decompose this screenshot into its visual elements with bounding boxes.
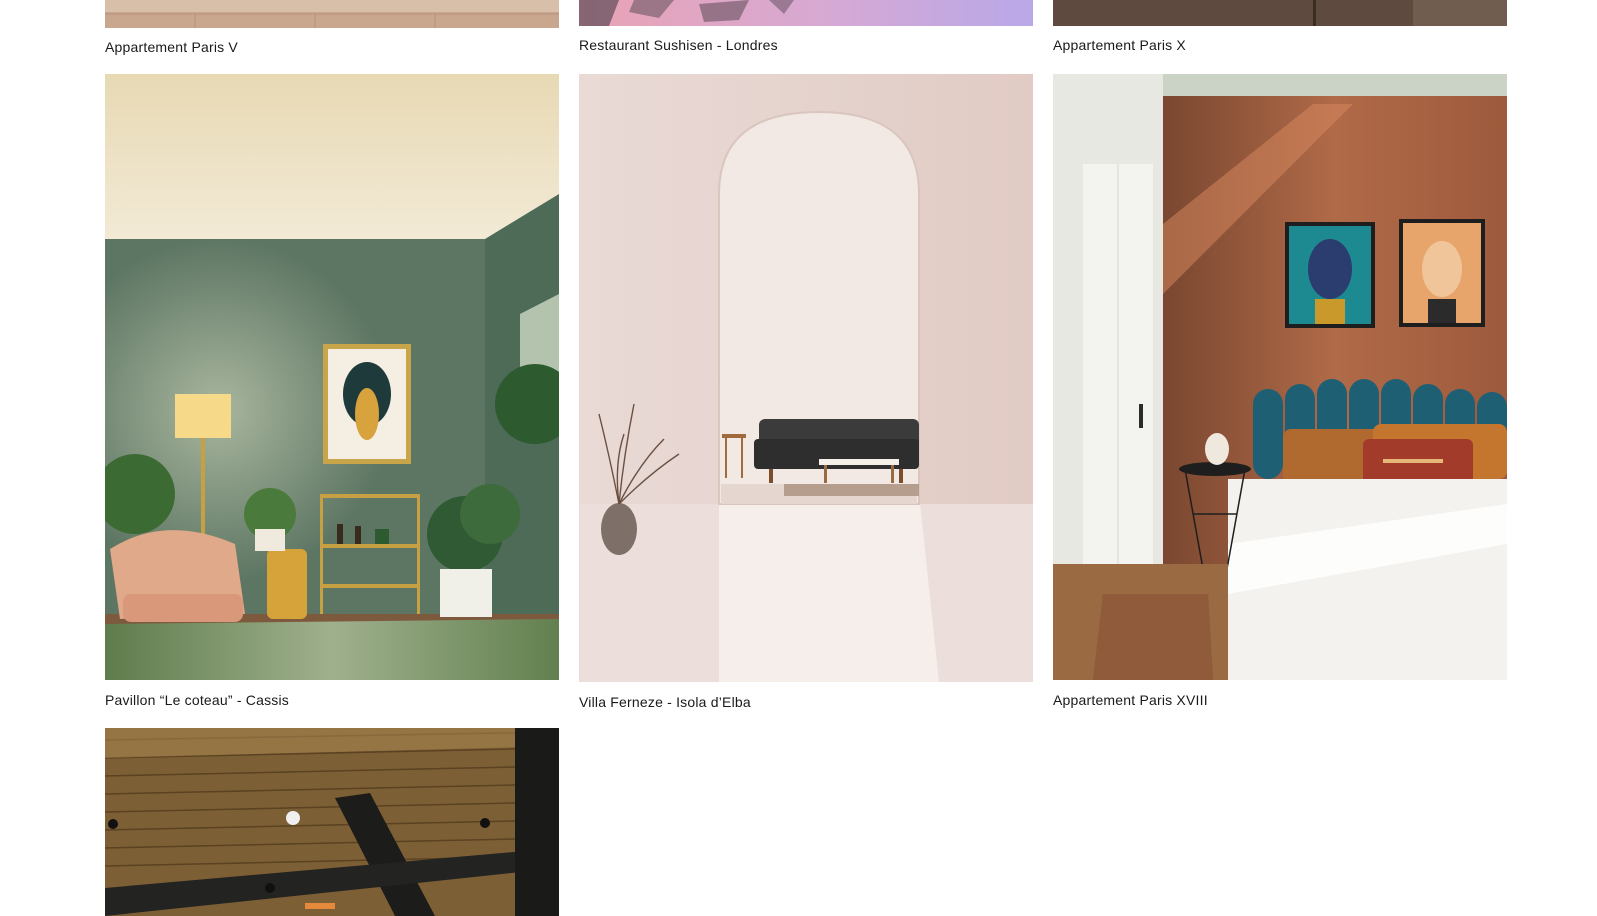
project-image[interactable] (579, 0, 1033, 26)
project-caption[interactable]: Appartement Paris X (1053, 37, 1186, 53)
project-caption[interactable]: Pavillon “Le coteau” - Cassis (105, 692, 289, 708)
project-image[interactable] (579, 74, 1033, 682)
project-image[interactable] (1053, 0, 1507, 26)
project-caption[interactable]: Villa Ferneze - Isola d’Elba (579, 694, 751, 710)
project-image[interactable] (105, 728, 559, 916)
project-image[interactable] (1053, 74, 1507, 680)
project-gallery: Appartement Paris V Restaurant Sushisen … (0, 0, 1597, 916)
project-image[interactable] (105, 74, 559, 680)
project-caption[interactable]: Appartement Paris XVIII (1053, 692, 1208, 708)
project-image[interactable] (105, 0, 559, 28)
project-caption[interactable]: Restaurant Sushisen - Londres (579, 37, 778, 53)
project-caption[interactable]: Appartement Paris V (105, 39, 238, 55)
